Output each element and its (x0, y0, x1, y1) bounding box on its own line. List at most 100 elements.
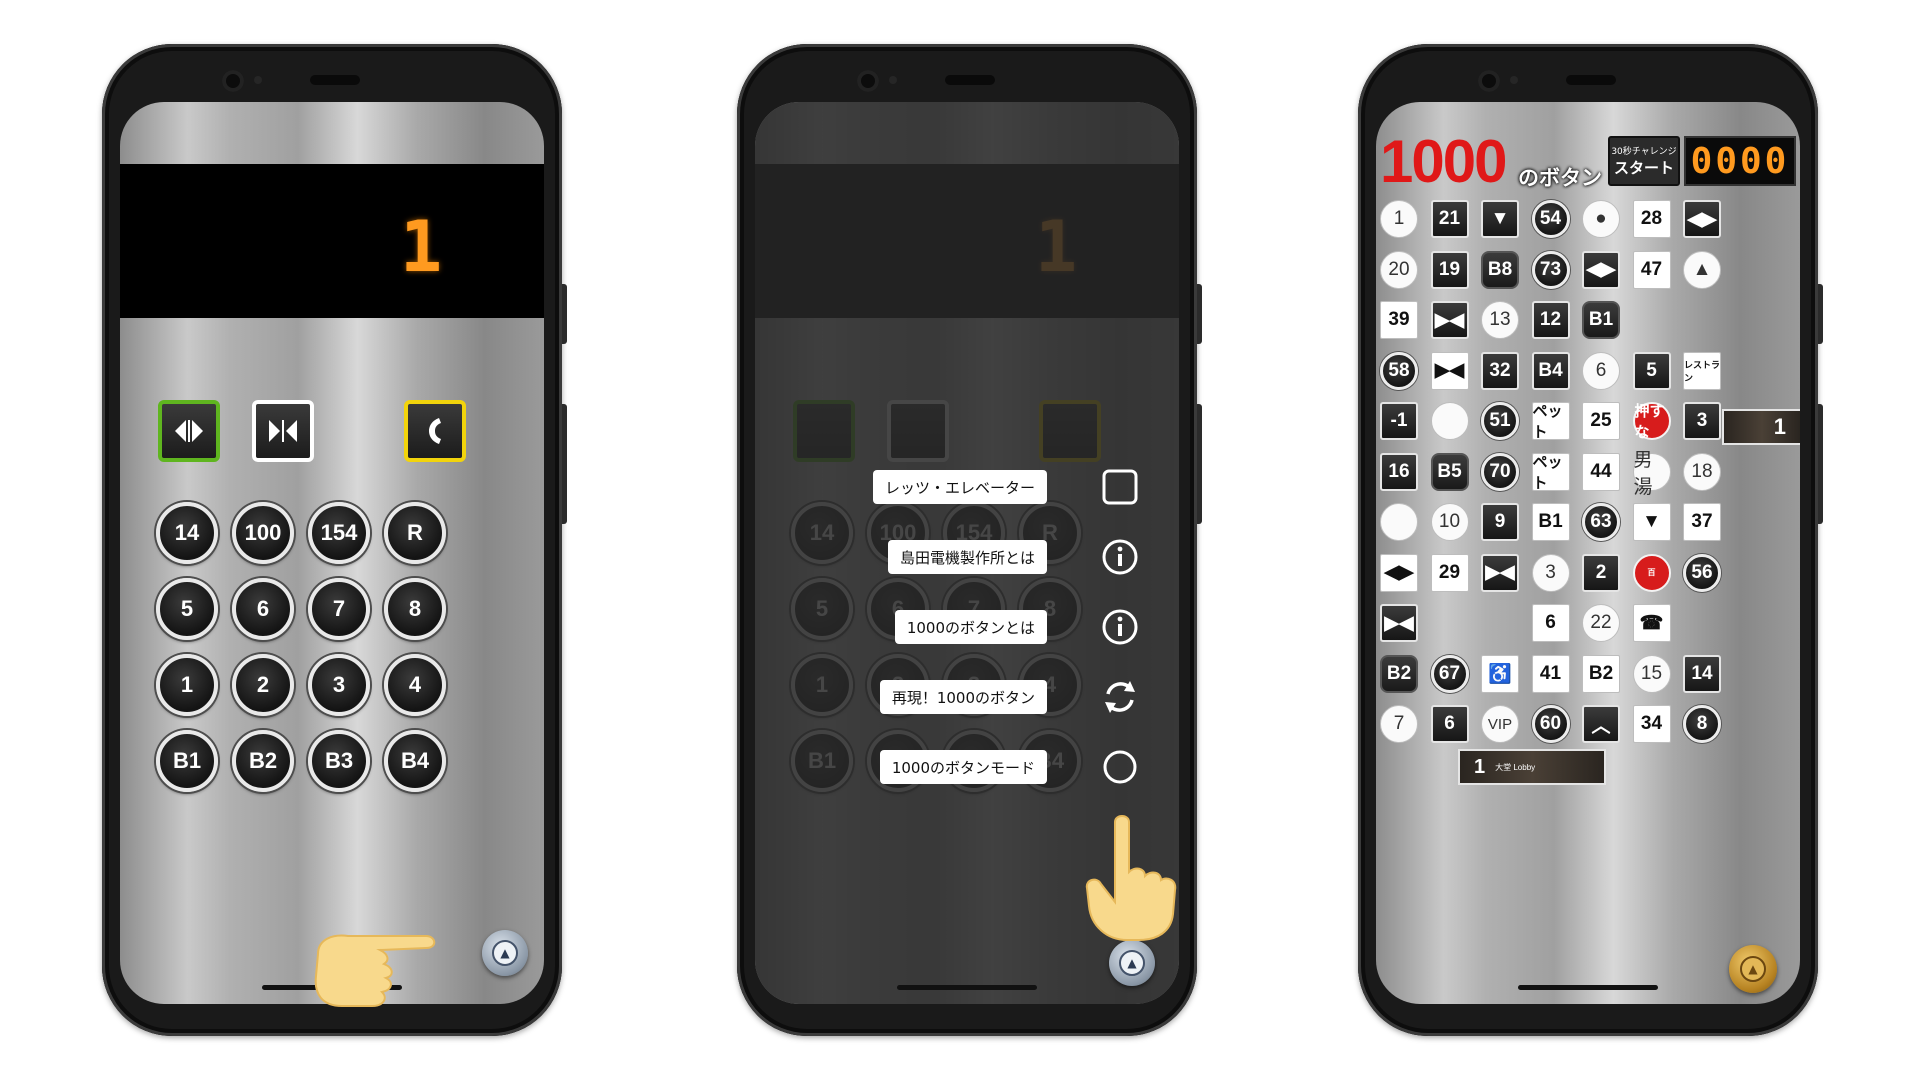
menu-item-5-label[interactable]: 1000のボタンモード (879, 750, 1047, 784)
grid-button-r11-c1[interactable]: 7 (1380, 705, 1418, 743)
floor-button-r[interactable]: R (384, 502, 446, 564)
grid-button-r8-c7[interactable]: 56 (1683, 553, 1721, 592)
floor-button-7[interactable]: 7 (308, 578, 370, 640)
grid-button-r10-c4[interactable]: 41 (1531, 654, 1570, 693)
grid-button-r3-c1[interactable]: 39 (1380, 301, 1418, 339)
grid-button-r6-c6[interactable]: 男湯 (1632, 450, 1671, 498)
grid-button-r1-c5[interactable]: ● (1582, 200, 1620, 238)
grid-button-r1-c7[interactable]: ◀▶ (1683, 200, 1721, 238)
grid-button-r6-c4[interactable]: ペット (1531, 452, 1570, 492)
door-open-button[interactable] (158, 400, 220, 462)
grid-button-r5-c4[interactable]: ペット (1531, 402, 1570, 441)
grid-button-r7-c6[interactable]: ▼ (1632, 503, 1671, 541)
grid-button-r2-c2[interactable]: 19 (1430, 250, 1469, 289)
grid-button-r7-c1[interactable] (1380, 503, 1418, 541)
grid-button-r1-c6[interactable]: 28 (1632, 200, 1671, 238)
floor-button-6[interactable]: 6 (232, 578, 294, 640)
mode-icon[interactable] (1097, 744, 1143, 790)
grid-button-r5-c5[interactable]: 25 (1582, 402, 1620, 440)
grid-button-r7-c4[interactable]: B1 (1531, 503, 1570, 541)
grid-button-r11-c4[interactable]: 60 (1531, 705, 1570, 743)
grid-button-r3-c2[interactable]: ▶◀ (1430, 301, 1469, 339)
floor-button-154[interactable]: 154 (308, 502, 370, 564)
grid-button-r7-c7[interactable]: 37 (1683, 503, 1721, 541)
refresh-icon[interactable] (1097, 674, 1143, 720)
grid-button-r3-c5[interactable]: B1 (1582, 301, 1620, 339)
grid-button-r5-c1[interactable]: -1 (1380, 402, 1418, 440)
challenge-start-button[interactable]: 30秒チャレンジ スタート (1608, 136, 1680, 186)
grid-button-r2-c6[interactable]: 47 (1632, 250, 1671, 289)
square-checkbox-icon[interactable] (1097, 464, 1143, 510)
menu-item-1-label[interactable]: レッツ・エレベーター (872, 470, 1047, 504)
grid-button-r1-c2[interactable]: 21 (1430, 200, 1469, 238)
grid-button-r11-c7[interactable]: 8 (1683, 705, 1721, 743)
grid-button-r6-c2[interactable]: B5 (1430, 452, 1469, 491)
grid-button-r8-c2[interactable]: 29 (1430, 553, 1469, 592)
grid-button-r8-c1[interactable]: ◀▶ (1380, 553, 1418, 592)
grid-button-r2-c5[interactable]: ◀▶ (1582, 250, 1620, 289)
menu-fab-button[interactable]: ▲ (1729, 945, 1777, 993)
grid-button-r5-c7[interactable]: 3 (1683, 402, 1721, 440)
grid-button-r2-c7[interactable]: ▲ (1683, 250, 1721, 289)
lobby-floor-button[interactable]: 1 大堂 Lobby (1458, 749, 1606, 785)
grid-button-r11-c2[interactable]: 6 (1430, 705, 1469, 743)
grid-button-r2-c3[interactable]: B8 (1481, 250, 1519, 289)
grid-button-r1-c3[interactable]: ▼ (1481, 200, 1519, 238)
grid-button-r9-c6[interactable]: ☎ (1632, 604, 1671, 642)
grid-button-r5-c3[interactable]: 51 (1481, 402, 1519, 440)
grid-button-r7-c2[interactable]: 10 (1430, 503, 1469, 541)
grid-button-r10-c7[interactable]: 14 (1683, 654, 1721, 693)
grid-button-r8-c5[interactable]: 2 (1582, 553, 1620, 592)
grid-button-r11-c5[interactable]: ︿ (1582, 705, 1620, 743)
grid-button-r6-c1[interactable]: 16 (1380, 452, 1418, 491)
grid-button-r8-c4[interactable]: 3 (1531, 553, 1570, 592)
grid-button-r4-c1[interactable]: 58 (1380, 351, 1418, 390)
grid-button-r9-c4[interactable]: 6 (1531, 604, 1570, 642)
floor-button-2[interactable]: 2 (232, 654, 294, 716)
floor-button-5[interactable]: 5 (156, 578, 218, 640)
grid-button-r4-c3[interactable]: 32 (1481, 351, 1519, 390)
menu-item-3-label[interactable]: 1000のボタンとは (894, 610, 1047, 644)
floor-button-100[interactable]: 100 (232, 502, 294, 564)
grid-button-r4-c2[interactable]: ▶◀ (1430, 351, 1469, 390)
grid-button-r4-c5[interactable]: 6 (1582, 351, 1620, 390)
grid-button-r1-c4[interactable]: 54 (1531, 200, 1570, 238)
info-icon[interactable] (1097, 604, 1143, 650)
grid-button-r11-c6[interactable]: 34 (1632, 705, 1671, 743)
grid-button-r8-c6[interactable]: 百 (1632, 553, 1671, 592)
floor-button-4[interactable]: 4 (384, 654, 446, 716)
grid-button-r10-c2[interactable]: 67 (1430, 654, 1469, 693)
menu-fab-button[interactable]: ▲ (482, 930, 528, 976)
floor-button-b1[interactable]: B1 (156, 730, 218, 792)
wide-floor-button[interactable]: 1 (1722, 409, 1800, 445)
grid-button-r8-c3[interactable]: ▶◀ (1481, 553, 1519, 592)
door-close-button[interactable] (252, 400, 314, 462)
floor-button-8[interactable]: 8 (384, 578, 446, 640)
menu-item-4-label[interactable]: 再現！1000のボタン (879, 680, 1047, 714)
grid-button-r6-c7[interactable]: 18 (1683, 452, 1721, 491)
menu-item-2-label[interactable]: 島田電機製作所とは (887, 540, 1047, 574)
grid-button-r10-c6[interactable]: 15 (1632, 654, 1671, 693)
info-icon[interactable] (1097, 534, 1143, 580)
grid-button-r10-c1[interactable]: B2 (1380, 654, 1418, 693)
grid-button-r9-c1[interactable]: ▶◀ (1380, 604, 1418, 642)
floor-button-b3[interactable]: B3 (308, 730, 370, 792)
grid-button-r11-c3[interactable]: VIP (1481, 705, 1519, 743)
menu-fab-button[interactable]: ▲ (1109, 940, 1155, 986)
grid-button-r3-c3[interactable]: 13 (1481, 301, 1519, 339)
grid-button-r4-c4[interactable]: B4 (1531, 351, 1570, 390)
floor-button-14[interactable]: 14 (156, 502, 218, 564)
grid-button-r7-c3[interactable]: 9 (1481, 503, 1519, 541)
floor-button-b4[interactable]: B4 (384, 730, 446, 792)
grid-button-r5-c6[interactable]: 押すな (1632, 402, 1671, 441)
grid-button-r4-c6[interactable]: 5 (1632, 351, 1671, 390)
grid-button-r7-c5[interactable]: 63 (1582, 503, 1620, 541)
grid-button-r4-c7[interactable]: レストラン (1683, 351, 1721, 390)
floor-button-b2[interactable]: B2 (232, 730, 294, 792)
grid-button-r1-c1[interactable]: 1 (1380, 200, 1418, 238)
grid-button-r2-c1[interactable]: 20 (1380, 250, 1418, 289)
grid-button-r10-c5[interactable]: B2 (1582, 654, 1620, 693)
grid-button-r6-c5[interactable]: 44 (1582, 452, 1620, 491)
grid-button-r9-c5[interactable]: 22 (1582, 604, 1620, 642)
grid-button-r3-c4[interactable]: 12 (1531, 301, 1570, 339)
